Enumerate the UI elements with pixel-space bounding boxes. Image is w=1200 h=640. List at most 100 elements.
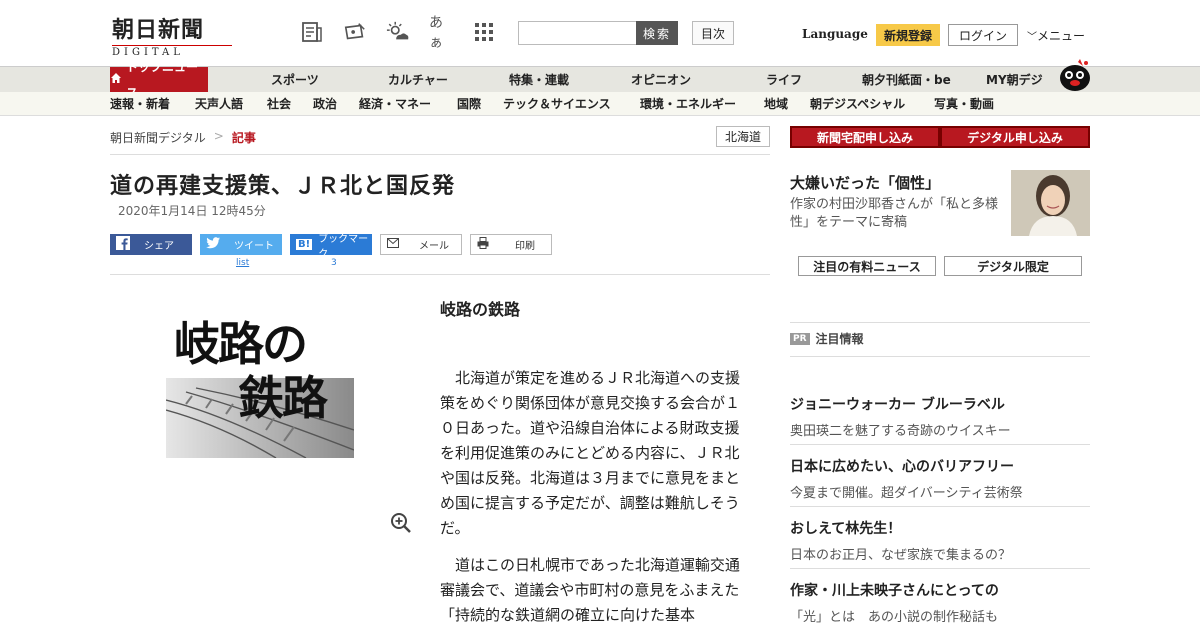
register-button[interactable]: 新規登録 bbox=[876, 24, 940, 46]
login-button[interactable]: ログイン bbox=[948, 24, 1018, 46]
nav-item-sports[interactable]: スポーツ bbox=[271, 67, 319, 93]
secondary-nav: 速報・新着 天声人語 社会 政治 経済・マネー 国際 テック＆サイエンス 環境・… bbox=[0, 92, 1200, 116]
print-icon bbox=[477, 237, 489, 252]
feature-photo[interactable] bbox=[1011, 170, 1090, 236]
mascot-icon[interactable] bbox=[1056, 58, 1092, 92]
pr-section-heading: PR 注目情報 bbox=[790, 330, 864, 347]
promo-title: ジョニーウォーカー ブルーラベル bbox=[790, 397, 1005, 413]
promo-item[interactable]: おしえて林先生！ 日本のお正月、なぜ家族で集まるの？ bbox=[790, 518, 1090, 563]
zoom-in-icon[interactable] bbox=[390, 512, 412, 534]
search-input[interactable] bbox=[518, 21, 636, 45]
article-paragraph: 道はこの日札幌市であった北海道運輸交通審議会で、道議会や市町村の意見をふまえた「… bbox=[440, 556, 740, 624]
nav-item-my-asadigi[interactable]: MY朝デジ bbox=[986, 67, 1043, 93]
breadcrumb-current: 記事 bbox=[231, 131, 256, 145]
promo-item[interactable]: ジョニーウォーカー ブルーラベル 奥田瑛二を魅了する奇跡のウイスキー bbox=[790, 394, 1090, 439]
promo-title: 作家・川上未映子さんにとっての bbox=[790, 583, 999, 599]
promo-title: おしえて林先生！ bbox=[790, 521, 902, 537]
pr-badge: PR bbox=[790, 332, 810, 345]
article-title: 道の再建支援策、ＪＲ北と国反発 bbox=[110, 174, 456, 199]
weather-icon[interactable] bbox=[386, 20, 410, 44]
search-box: 検索 bbox=[518, 21, 678, 45]
twitter-icon bbox=[206, 237, 220, 252]
home-icon bbox=[110, 67, 122, 93]
index-button[interactable]: 目次 bbox=[692, 21, 734, 45]
pr-heading-label: 注目情報 bbox=[815, 332, 864, 346]
newspaper-icon[interactable] bbox=[300, 20, 324, 44]
header-icons: あぁ bbox=[300, 15, 496, 51]
article-body: 岐路の鉄路 北海道が策定を進めるＪＲ北海道への支援策をめぐり関係団体が意見交換す… bbox=[440, 296, 750, 640]
promo-description: 「光」とは あの小説の制作秘話も bbox=[790, 610, 999, 625]
nav2-item-politics[interactable]: 政治 bbox=[313, 92, 337, 116]
mail-share-label: メール bbox=[419, 241, 449, 252]
digital-signup-button[interactable]: デジタル申し込み bbox=[940, 126, 1090, 148]
facebook-share-button[interactable]: シェア bbox=[110, 234, 192, 255]
hatena-count[interactable]: 3 bbox=[331, 258, 337, 268]
nav-item-life[interactable]: ライフ bbox=[766, 67, 802, 93]
grid-menu-icon[interactable] bbox=[472, 20, 496, 44]
region-tag[interactable]: 北海道 bbox=[716, 126, 770, 147]
divider bbox=[790, 444, 1090, 445]
divider bbox=[790, 568, 1090, 569]
hatena-bookmark-label: ブックマーク bbox=[318, 233, 369, 260]
twitter-share-label: ツイート bbox=[234, 241, 274, 252]
divider bbox=[790, 322, 1090, 323]
ticket-icon[interactable] bbox=[343, 20, 367, 44]
divider bbox=[110, 274, 770, 275]
article-paragraph: 北海道が策定を進めるＪＲ北海道への支援策をめぐり関係団体が意見交換する会合が１０… bbox=[440, 369, 741, 537]
nav2-item-breaking[interactable]: 速報・新着 bbox=[110, 92, 170, 116]
nav-item-culture[interactable]: カルチャー bbox=[388, 67, 448, 93]
nav2-item-photo-video[interactable]: 写真・動画 bbox=[934, 92, 994, 116]
nav2-item-economy[interactable]: 経済・マネー bbox=[359, 92, 431, 116]
hatena-bookmark-icon: B! bbox=[296, 239, 313, 250]
nav2-item-region[interactable]: 地域 bbox=[764, 92, 788, 116]
promo-item[interactable]: 作家・川上未映子さんにとっての 「光」とは あの小説の制作秘話も bbox=[790, 580, 1090, 625]
divider bbox=[790, 506, 1090, 507]
twitter-share-button[interactable]: ツイート bbox=[200, 234, 282, 255]
nav2-item-international[interactable]: 国際 bbox=[457, 92, 481, 116]
nav2-item-society[interactable]: 社会 bbox=[267, 92, 291, 116]
mail-share-button[interactable]: メール bbox=[380, 234, 462, 255]
promo-title: 日本に広めたい、心のバリアフリー bbox=[790, 459, 1014, 475]
divider bbox=[790, 356, 1090, 357]
print-button[interactable]: 印刷 bbox=[470, 234, 552, 255]
nav-item-top-news[interactable]: トップニュース bbox=[110, 60, 208, 100]
menu-button[interactable]: ﹀メニュー bbox=[1027, 27, 1085, 44]
menu-label: メニュー bbox=[1037, 29, 1086, 43]
facebook-icon bbox=[116, 236, 130, 253]
nav2-item-tensei[interactable]: 天声人語 bbox=[195, 92, 243, 116]
nav-item-newspaper[interactable]: 朝夕刊紙面・be bbox=[862, 67, 951, 93]
nav-item-features[interactable]: 特集・連載 bbox=[509, 67, 569, 93]
hatena-bookmark-button[interactable]: B! ブックマーク bbox=[290, 234, 372, 260]
breadcrumb-home[interactable]: 朝日新聞デジタル bbox=[110, 129, 206, 146]
promo-description: 奥田瑛二を魅了する奇跡のウイスキー bbox=[790, 424, 1011, 439]
mail-icon bbox=[387, 238, 399, 251]
tab-digital-only[interactable]: デジタル限定 bbox=[944, 256, 1082, 276]
facebook-share-label: シェア bbox=[144, 241, 174, 252]
divider bbox=[110, 154, 770, 155]
asahi-logo[interactable]: 朝日新聞 DIGITAL bbox=[112, 12, 232, 58]
print-label: 印刷 bbox=[515, 241, 535, 252]
tab-paid-news[interactable]: 注目の有料ニュース bbox=[798, 256, 936, 276]
promo-description: 日本のお正月、なぜ家族で集まるの？ bbox=[790, 548, 1012, 563]
search-button[interactable]: 検索 bbox=[636, 21, 678, 45]
nav-item-opinion[interactable]: オピニオン bbox=[631, 67, 691, 93]
nav2-item-environment[interactable]: 環境・エネルギー bbox=[640, 92, 736, 116]
promo-item[interactable]: 日本に広めたい、心のバリアフリー 今夏まで開催。超ダイバーシティ芸術祭 bbox=[790, 456, 1090, 501]
feature-title[interactable]: 大嫌いだった「個性」 bbox=[790, 172, 940, 193]
breadcrumb-separator: > bbox=[213, 129, 224, 143]
logo-main-text: 朝日新聞 bbox=[112, 17, 205, 43]
breadcrumb: 朝日新聞デジタル > 記事 bbox=[110, 129, 256, 146]
home-delivery-signup-button[interactable]: 新聞宅配申し込み bbox=[790, 126, 940, 148]
font-size-icon[interactable]: あぁ bbox=[429, 15, 453, 51]
nav2-item-special[interactable]: 朝デジスペシャル bbox=[810, 92, 905, 116]
image-text-line2: 鉄路 bbox=[238, 371, 328, 425]
series-logo-image[interactable]: 岐路の 鉄路 bbox=[166, 300, 354, 458]
promo-description: 今夏まで開催。超ダイバーシティ芸術祭 bbox=[790, 486, 1023, 501]
chevron-down-icon: ﹀ bbox=[1027, 32, 1037, 43]
article-date: 2020年1月14日 12時45分 bbox=[118, 204, 266, 218]
twitter-count[interactable]: list bbox=[236, 258, 249, 268]
series-title: 岐路の鉄路 bbox=[440, 300, 521, 319]
feature-description[interactable]: 作家の村田沙耶香さんが「私と多様性」をテーマに寄稿 bbox=[790, 196, 1004, 232]
nav2-item-tech[interactable]: テック＆サイエンス bbox=[503, 92, 611, 116]
language-link[interactable]: Language bbox=[802, 27, 868, 41]
